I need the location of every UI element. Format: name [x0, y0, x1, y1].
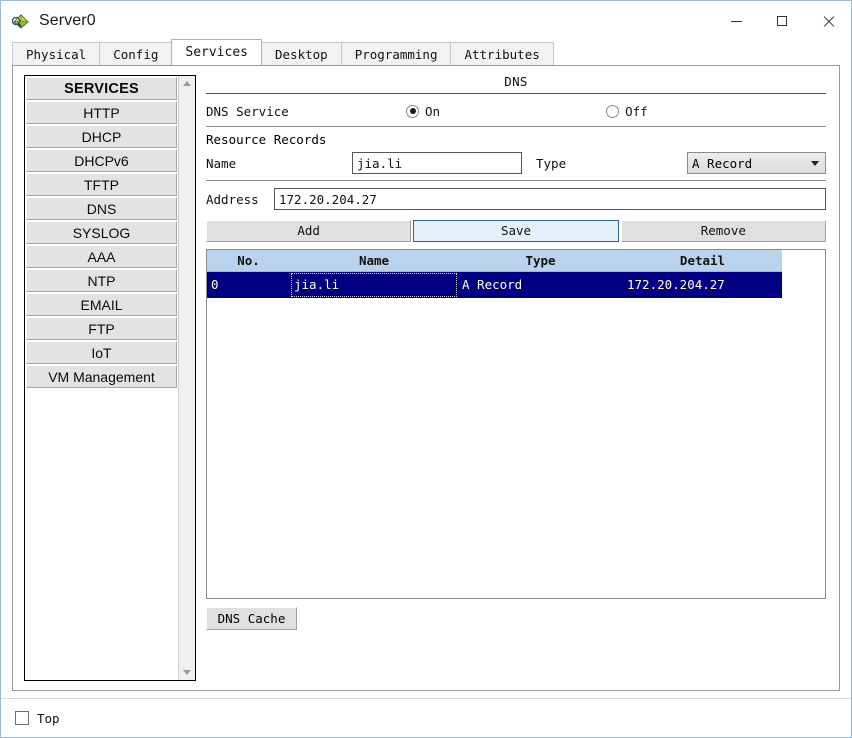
- maximize-icon: [777, 16, 787, 26]
- sidebar-item-tftp[interactable]: TFTP: [26, 173, 177, 196]
- save-button[interactable]: Save: [413, 220, 619, 242]
- dns-service-on-radio[interactable]: On: [406, 104, 440, 119]
- scroll-down-icon[interactable]: [180, 665, 195, 680]
- record-actions: Add Save Remove: [206, 213, 826, 242]
- services-panel: SERVICES HTTP DHCP DHCPv6 TFTP DNS SYSLO…: [12, 65, 840, 691]
- column-header-name[interactable]: Name: [290, 250, 458, 271]
- close-button[interactable]: [805, 1, 851, 41]
- sidebar-item-ftp[interactable]: FTP: [26, 317, 177, 340]
- cell-detail: 172.20.204.27: [627, 277, 725, 292]
- sidebar-item-http[interactable]: HTTP: [26, 101, 177, 124]
- sidebar-header-services: SERVICES: [26, 77, 177, 100]
- tab-physical[interactable]: Physical: [12, 42, 101, 65]
- close-icon: [822, 15, 835, 28]
- sidebar-item-dhcpv6[interactable]: DHCPv6: [26, 149, 177, 172]
- window-title: Server0: [39, 12, 96, 29]
- tab-config[interactable]: Config: [99, 42, 173, 65]
- dns-service-label: DNS Service: [206, 103, 289, 119]
- dns-service-row: DNS Service On Off: [206, 94, 826, 126]
- tab-services[interactable]: Services: [171, 39, 262, 65]
- dns-cache-button[interactable]: DNS Cache: [206, 607, 297, 630]
- tab-attributes[interactable]: Attributes: [450, 42, 554, 65]
- column-header-no[interactable]: No.: [207, 250, 290, 271]
- tab-programming[interactable]: Programming: [340, 42, 452, 65]
- sidebar-item-vm-management[interactable]: VM Management: [26, 365, 177, 388]
- sidebar-item-iot[interactable]: IoT: [26, 341, 177, 364]
- minimize-button[interactable]: [713, 1, 759, 41]
- table-row[interactable]: 0 jia.li A Record 172.20.204.27: [207, 272, 782, 298]
- type-label: Type: [536, 155, 567, 171]
- resource-records-label: Resource Records: [206, 132, 327, 147]
- sidebar-item-aaa[interactable]: AAA: [26, 245, 177, 268]
- server-properties-window: Server0 Physical Config Services Desktop…: [0, 0, 852, 738]
- services-sidebar: SERVICES HTTP DHCP DHCPv6 TFTP DNS SYSLO…: [24, 75, 196, 681]
- cell-name[interactable]: jia.li: [290, 272, 458, 298]
- page-title: DNS: [504, 74, 528, 89]
- cell-no: 0: [211, 277, 219, 292]
- title-bar: Server0: [1, 1, 851, 41]
- window-controls: [713, 1, 851, 41]
- address-input[interactable]: [274, 188, 826, 210]
- radio-on-icon: [406, 104, 419, 118]
- dns-configuration-pane: DNS DNS Service On Off Resource Records …: [196, 66, 839, 690]
- name-label: Name: [206, 155, 237, 171]
- chevron-down-icon: [811, 160, 819, 166]
- dns-service-off-radio[interactable]: Off: [606, 104, 648, 119]
- remove-button[interactable]: Remove: [620, 220, 826, 242]
- cell-type: A Record: [462, 277, 523, 292]
- tab-desktop[interactable]: Desktop: [261, 42, 342, 65]
- window-footer: Top: [1, 698, 851, 737]
- resource-records-table: No. Name Type Detail 0 jia.li A Record 1…: [206, 249, 826, 599]
- top-checkbox-label: Top: [37, 710, 60, 726]
- radio-off-icon: [606, 104, 620, 118]
- add-button[interactable]: Add: [206, 220, 412, 242]
- minimize-icon: [730, 20, 742, 22]
- type-select[interactable]: A Record: [687, 152, 826, 174]
- type-select-value: A Record: [692, 155, 753, 171]
- sidebar-item-dhcp[interactable]: DHCP: [26, 125, 177, 148]
- scroll-up-icon[interactable]: [180, 76, 195, 91]
- server-device-icon: [11, 11, 31, 31]
- table-header-row: No. Name Type Detail: [207, 250, 782, 272]
- radio-on-label: On: [425, 103, 441, 119]
- address-row: Address: [206, 181, 826, 213]
- sidebar-item-ntp[interactable]: NTP: [26, 269, 177, 292]
- name-input[interactable]: [352, 152, 522, 174]
- tab-bar: Physical Config Services Desktop Program…: [12, 39, 839, 65]
- name-row: Name Type A Record: [206, 150, 826, 176]
- sidebar-item-email[interactable]: EMAIL: [26, 293, 177, 316]
- column-header-detail[interactable]: Detail: [623, 250, 782, 271]
- maximize-button[interactable]: [759, 1, 805, 41]
- column-header-type[interactable]: Type: [458, 250, 623, 271]
- sidebar-scrollbar[interactable]: [178, 76, 195, 680]
- address-label: Address: [206, 191, 259, 207]
- sidebar-item-syslog[interactable]: SYSLOG: [26, 221, 177, 244]
- services-list: SERVICES HTTP DHCP DHCPv6 TFTP DNS SYSLO…: [25, 76, 178, 680]
- top-checkbox[interactable]: [15, 711, 29, 725]
- sidebar-item-dns[interactable]: DNS: [26, 197, 177, 220]
- radio-off-label: Off: [625, 103, 648, 119]
